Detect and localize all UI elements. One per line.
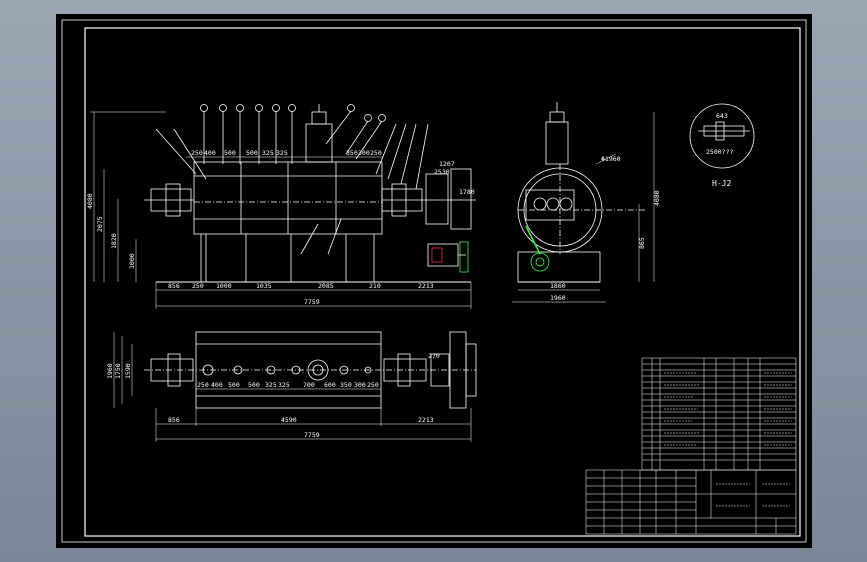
front-height-dim: 1820 <box>110 233 118 249</box>
plan-dim: 325 <box>278 381 290 389</box>
side-height-dim: 4080 <box>653 190 661 206</box>
side-width-outer: 1960 <box>550 294 566 302</box>
front-bottom-dim: 1035 <box>256 282 272 290</box>
plan-height-dim: 1750 <box>114 363 122 379</box>
plan-dim: 250 <box>367 381 379 389</box>
front-top-dim: 500 <box>246 149 258 157</box>
front-bottom-dim: 2213 <box>418 282 434 290</box>
front-top-dim: 250 <box>370 149 382 157</box>
detail-dim: 643 <box>716 112 728 120</box>
front-total-dim: 7759 <box>304 298 320 306</box>
plan-view: 250 400 500 500 325 325 700 600 350 300 … <box>106 331 477 442</box>
plan-dim: 400 <box>211 381 223 389</box>
front-top-dim: 325 <box>262 149 274 157</box>
detail-note: 2500??? <box>706 148 733 156</box>
front-height-dim: 1000 <box>128 253 136 269</box>
detail-view: 643 2500??? H-J2 <box>689 103 755 188</box>
motor <box>427 243 459 267</box>
drawing-sheet: 250 400 500 500 325 325 350 300 250 856 … <box>56 14 812 548</box>
plan-dim: 700 <box>303 381 315 389</box>
front-height-dim: 2075 <box>96 216 104 232</box>
front-height-dim: 4080 <box>86 193 94 209</box>
plan-dim: 600 <box>324 381 336 389</box>
top-drive <box>305 123 333 163</box>
plan-dim: 325 <box>265 381 277 389</box>
front-bottom-dim: 210 <box>369 282 381 290</box>
front-bottom-dim: 856 <box>168 282 180 290</box>
parts-list <box>641 357 797 471</box>
plan-dim: 500 <box>228 381 240 389</box>
cad-drawing: 250 400 500 500 325 325 350 300 250 856 … <box>61 19 807 543</box>
front-top-dim: 400 <box>204 149 216 157</box>
plan-dim: 300 <box>354 381 366 389</box>
plan-height-dim: 1960 <box>106 363 114 379</box>
plan-dim: 250 <box>197 381 209 389</box>
front-view: 250 400 500 500 325 325 350 300 250 856 … <box>86 104 476 309</box>
front-right-dim: 1207 <box>439 160 455 168</box>
plan-dim: 350 <box>340 381 352 389</box>
side-top-drive <box>545 121 569 165</box>
plan-bottom-dim: 2213 <box>418 416 434 424</box>
title-block <box>585 469 797 535</box>
front-bottom-dim: 250 <box>192 282 204 290</box>
plan-total-dim: 7759 <box>304 431 320 439</box>
detail-label: H-J2 <box>712 179 731 188</box>
front-top-dim: 325 <box>276 149 288 157</box>
front-bottom-dim: 1000 <box>216 282 232 290</box>
outer-border <box>61 19 807 543</box>
front-right-dim: 2530 <box>434 168 450 176</box>
side-diameter: Φ1960 <box>601 155 621 163</box>
plan-dim: 500 <box>248 381 260 389</box>
front-right-dim: 1780 <box>459 188 475 196</box>
side-height-dim: 865 <box>638 237 646 249</box>
front-top-dim: 500 <box>224 149 236 157</box>
front-bottom-dim: 2085 <box>318 282 334 290</box>
side-motor <box>530 252 550 272</box>
plan-bottom-dim: 4590 <box>281 416 297 424</box>
plan-height-dim: 1590 <box>124 363 132 379</box>
side-width-inner: 1860 <box>550 282 566 290</box>
plan-right-dim: 270 <box>428 352 440 360</box>
front-top-dim: 250 <box>191 149 203 157</box>
leader-balloons <box>155 104 429 255</box>
front-top-dim: 350 <box>346 149 358 157</box>
plan-bottom-dim: 856 <box>168 416 180 424</box>
front-top-dim: 300 <box>358 149 370 157</box>
side-view: Φ1960 1860 1960 4080 865 <box>512 102 661 303</box>
